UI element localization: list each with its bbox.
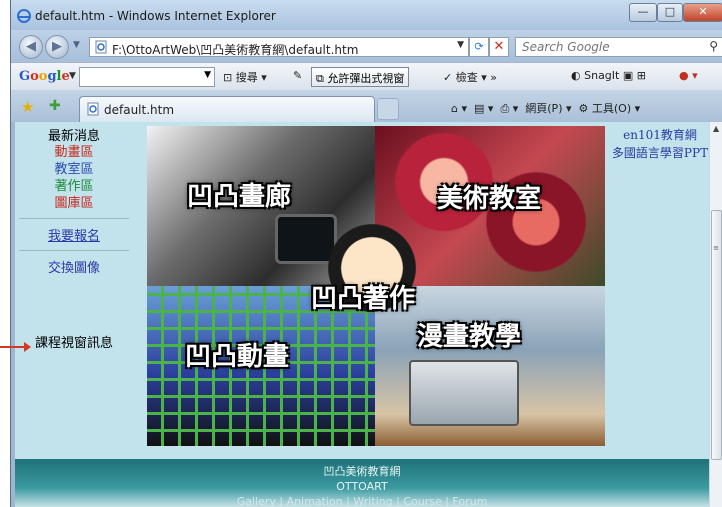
multilang-ppt-link[interactable]: 多國語言學習PPT	[607, 144, 709, 162]
google-toolbar: Google ▼ ▼ ⊡ 搜尋 ▾ ✎ ⧉ 允許彈出式視窗 ✓ 檢查 ▾ » ◐…	[11, 62, 722, 90]
banner-image: 凹凸畫廊 美術教室 凹凸著作 凹凸動畫 漫畫教學	[147, 126, 605, 446]
back-button[interactable]: ◀	[19, 35, 43, 59]
footer-links[interactable]: Gallery | Animation | Writing | Course |…	[15, 495, 709, 507]
search-box[interactable]: ⚲	[515, 37, 722, 57]
translate-icon[interactable]: ● ▾	[679, 69, 698, 82]
browser-window: default.htm - Windows Internet Explorer …	[10, 0, 722, 507]
page-footer: 凹凸美術教育網 OTTOART Gallery | Animation | Wr…	[15, 459, 709, 507]
home-icon[interactable]: ⌂ ▾	[451, 102, 467, 115]
snagit-window-icon[interactable]: ⊞	[637, 69, 646, 82]
abc-check-icon: ✓	[443, 71, 453, 84]
google-search-button[interactable]: ⊡ 搜尋 ▾	[223, 69, 267, 85]
google-logo[interactable]: Google	[19, 69, 70, 84]
vertical-scrollbar[interactable]: ▲ ≡	[709, 122, 722, 507]
search-input[interactable]	[516, 38, 696, 56]
banner-comics-label: 漫畫教學	[417, 322, 522, 352]
popup-label: 允許彈出式視窗	[327, 72, 405, 85]
banner-gallery-label: 凹凸畫廊	[187, 182, 292, 212]
footer-brand: OTTOART	[336, 480, 388, 493]
divider	[19, 250, 129, 251]
favorites-star-icon[interactable]: ★	[21, 98, 34, 116]
exchange-images-link[interactable]: 交換圖像	[48, 261, 100, 276]
tab-title: default.htm	[104, 103, 175, 117]
address-dropdown-icon[interactable]: ▼	[457, 40, 464, 50]
tab-row: ★ ✚ default.htm ⌂ ▾ ▤ ▾ ⎙ ▾ 網頁(P) ▾ ⚙ 工具…	[11, 90, 722, 122]
banner-works-label: 凹凸著作	[311, 284, 416, 314]
minimize-button[interactable]: —	[629, 3, 657, 22]
popup-icon: ⧉	[316, 72, 324, 85]
page-content: 最新消息 動畫區 教室區 著作區 圖庫區 我要報名 交換圖像 課程視窗訊息 凹凸…	[15, 122, 709, 507]
feeds-icon[interactable]: ▤ ▾	[474, 102, 493, 115]
address-row: ◀ ▶ ▼ F:\OttoArtWeb\凹凸美術教育網\default.htm …	[11, 30, 722, 62]
signup-link[interactable]: 我要報名	[48, 229, 100, 244]
nav-works[interactable]: 著作區	[15, 178, 133, 195]
scroll-grip-icon: ≡	[713, 244, 719, 252]
tools-menu[interactable]: ⚙ 工具(O) ▾	[579, 102, 641, 115]
refresh-button[interactable]: ⟳	[469, 37, 489, 57]
tab-page-icon	[86, 102, 100, 119]
spellcheck-label: 檢查	[455, 71, 478, 84]
banner-classroom-label: 美術教室	[437, 184, 542, 214]
page-menu-label: 網頁(P)	[525, 102, 563, 115]
laptop-illustration	[409, 360, 519, 426]
forward-button[interactable]: ▶	[45, 35, 69, 59]
nav-animation[interactable]: 動畫區	[15, 144, 133, 161]
ie-logo-icon	[17, 9, 31, 26]
page-icon	[94, 40, 108, 57]
tab-default-htm[interactable]: default.htm	[79, 96, 375, 122]
left-nav: 最新消息 動畫區 教室區 著作區 圖庫區 我要報名 交換圖像 課程視窗訊息	[15, 122, 133, 462]
google-g-icon: ⊡	[223, 71, 233, 84]
window-title: default.htm - Windows Internet Explorer	[35, 9, 276, 23]
maximize-button[interactable]: □	[657, 3, 683, 22]
scroll-up-icon[interactable]: ▲	[713, 124, 719, 133]
google-search-label: 搜尋	[235, 71, 258, 84]
address-url: F:\OttoArtWeb\凹凸美術教育網\default.htm	[112, 43, 359, 57]
print-icon[interactable]: ⎙ ▾	[500, 102, 518, 115]
nav-classroom[interactable]: 教室區	[15, 161, 133, 178]
news-heading: 最新消息	[47, 129, 100, 144]
snagit-capture-icon[interactable]: ▣	[623, 69, 633, 82]
history-dropdown-icon[interactable]: ▼	[73, 40, 80, 50]
course-window-info[interactable]: 課程視窗訊息	[15, 332, 133, 351]
pagerank-icon[interactable]: ✎	[293, 69, 302, 82]
divider	[19, 218, 129, 219]
google-search-dropdown-icon[interactable]: ▼	[204, 70, 211, 80]
spellcheck-button[interactable]: ✓ 檢查 ▾ »	[443, 69, 497, 85]
snagit-icon: ◐	[571, 69, 581, 82]
new-tab-button[interactable]	[377, 98, 399, 120]
nav-gallery[interactable]: 圖庫區	[15, 195, 133, 212]
en101-link[interactable]: en101教育網	[607, 126, 709, 144]
close-button[interactable]: ✕	[683, 3, 722, 22]
title-bar: default.htm - Windows Internet Explorer …	[11, 0, 722, 30]
stop-button[interactable]: ✕	[489, 37, 509, 57]
page-menu[interactable]: 網頁(P) ▾	[525, 102, 571, 115]
command-bar: ⌂ ▾ ▤ ▾ ⎙ ▾ 網頁(P) ▾ ⚙ 工具(O) ▾	[451, 100, 640, 116]
add-favorites-icon[interactable]: ✚	[49, 98, 61, 114]
snagit-label: SnagIt	[584, 69, 620, 82]
footer-site-name: 凹凸美術教育網	[323, 465, 401, 478]
google-menu-dropdown-icon[interactable]: ▼	[69, 71, 76, 81]
banner-animation-label: 凹凸動畫	[185, 342, 290, 372]
annotation-arrow	[0, 342, 31, 352]
popup-blocker-button[interactable]: ⧉ 允許彈出式視窗	[311, 67, 410, 87]
search-icon[interactable]: ⚲	[709, 39, 718, 53]
snagit-button[interactable]: ◐ SnagIt ▣ ⊞	[571, 69, 646, 82]
right-nav: en101教育網 多國語言學習PPT	[607, 126, 709, 162]
tools-menu-label: 工具(O)	[591, 102, 632, 115]
address-bar[interactable]: F:\OttoArtWeb\凹凸美術教育網\default.htm ▼	[89, 37, 469, 57]
google-search-field[interactable]: ▼	[79, 67, 215, 87]
